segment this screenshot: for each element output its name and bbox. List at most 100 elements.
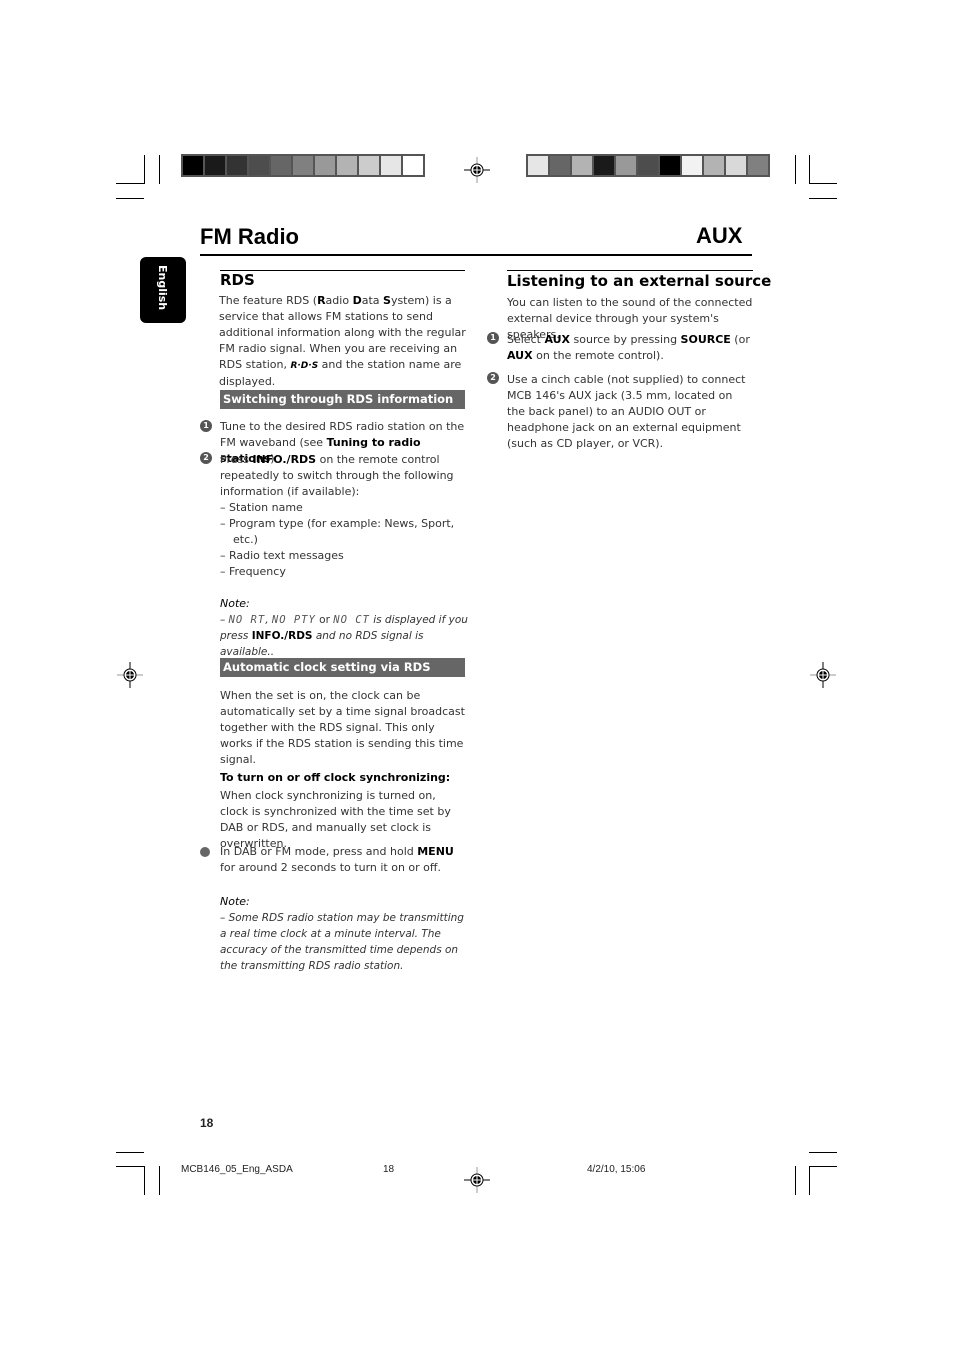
registration-mark-icon (810, 662, 836, 688)
color-swatch (704, 156, 724, 175)
text: SOURCE (680, 333, 731, 346)
rds-heading: RDS (220, 271, 255, 289)
grayscale-bar-right (526, 154, 770, 177)
text: on the remote control). (532, 349, 664, 362)
color-swatch (337, 156, 357, 175)
text: In DAB or FM mode, press and hold (220, 845, 418, 858)
registration-mark-icon (464, 157, 490, 183)
crop-mark (159, 1166, 160, 1195)
page-number: 18 (200, 1116, 214, 1130)
color-swatch (359, 156, 379, 175)
text: , (265, 614, 272, 626)
band-clock-setting: Automatic clock setting via RDS (220, 658, 465, 677)
crop-mark (144, 155, 145, 184)
note-label: Note: (220, 597, 250, 610)
text: The feature RDS ( (219, 294, 318, 307)
clock-sub-heading: To turn on or off clock synchronizing: (220, 771, 451, 784)
registration-mark-icon (464, 1167, 490, 1193)
color-swatch (293, 156, 313, 175)
rds-info-list: – Station name – Program type (for examp… (220, 500, 460, 580)
color-swatch (660, 156, 680, 175)
color-swatch (726, 156, 746, 175)
lcd-text: NO RT (228, 614, 266, 626)
lcd-text: NO CT (333, 614, 370, 626)
color-swatch (682, 156, 702, 175)
color-swatch (227, 156, 247, 175)
text: MENU (417, 845, 454, 858)
aux-step-1: Select AUX source by pressing SOURCE (or… (507, 332, 752, 364)
lcd-text: NO PTY (271, 614, 316, 626)
bullet-icon (200, 847, 210, 857)
color-swatch (381, 156, 401, 175)
aux-rule (507, 270, 753, 271)
text: Press (220, 453, 253, 466)
clock-intro: When the set is on, the clock can be aut… (220, 689, 465, 766)
text: AUX (544, 333, 571, 346)
rds-intro: The feature RDS (Radio Data System) is a… (219, 293, 469, 390)
switching-step-2: Press INFO./RDS on the remote control re… (220, 452, 465, 500)
aux-step-2: Use a cinch cable (not supplied) to conn… (507, 373, 746, 450)
step-number-2: 2 (487, 372, 499, 384)
rds-rule (220, 270, 465, 271)
color-swatch (249, 156, 269, 175)
color-swatch (403, 156, 423, 175)
language-tab-label: English (156, 265, 169, 311)
color-swatch (271, 156, 291, 175)
color-swatch (748, 156, 768, 175)
crop-mark (116, 1166, 144, 1167)
text: ata (361, 294, 383, 307)
text: – (220, 614, 229, 626)
text: adio (325, 294, 353, 307)
crop-mark (795, 155, 796, 184)
footer-file-page: 18 (383, 1164, 395, 1175)
step-number-1: 1 (200, 420, 212, 432)
clock-sub-text: When clock synchronizing is turned on, c… (220, 789, 451, 850)
text: INFO./RDS (251, 630, 313, 642)
text: source by pressing (570, 333, 681, 346)
crop-mark (809, 155, 810, 184)
crop-mark (116, 198, 144, 199)
crop-mark (809, 1152, 837, 1153)
crop-mark (116, 1152, 144, 1153)
color-swatch (550, 156, 570, 175)
color-swatch (638, 156, 658, 175)
step-number-1: 1 (487, 332, 499, 344)
footer-timestamp: 4/2/10, 15:06 (587, 1164, 646, 1175)
color-swatch (616, 156, 636, 175)
crop-mark (116, 183, 144, 184)
crop-mark (809, 1166, 837, 1167)
list-item: – Radio text messages (220, 549, 344, 562)
list-item: – Frequency (220, 565, 286, 578)
crop-mark (809, 198, 837, 199)
color-swatch (528, 156, 548, 175)
text: or (315, 614, 334, 626)
band-switching-rds: Switching through RDS information (220, 390, 465, 409)
text: AUX (507, 349, 533, 362)
crop-mark (795, 1166, 796, 1195)
registration-mark-icon (117, 662, 143, 688)
clock-note: – Some RDS radio station may be transmit… (220, 912, 464, 972)
list-item: – Program type (for example: News, Sport… (220, 517, 455, 546)
color-swatch (594, 156, 614, 175)
crop-mark (809, 1166, 810, 1195)
header-rule (200, 254, 752, 256)
grayscale-bar-left (181, 154, 425, 177)
section-title-aux: AUX (696, 223, 743, 248)
color-swatch (205, 156, 225, 175)
language-tab: English (140, 257, 186, 323)
crop-mark (144, 1166, 145, 1195)
text: R (317, 294, 326, 307)
list-item: – Station name (220, 501, 303, 514)
text: S (383, 294, 391, 307)
text: D (352, 294, 362, 307)
switching-note: – NO RT, NO PTY or NO CT is displayed if… (220, 612, 470, 660)
color-swatch (183, 156, 203, 175)
crop-mark (809, 183, 837, 184)
color-swatch (315, 156, 335, 175)
text: Select (507, 333, 545, 346)
text: INFO./RDS (252, 453, 317, 466)
color-swatch (572, 156, 592, 175)
crop-mark (159, 155, 160, 184)
footer-file-name: MCB146_05_Eng_ASDA (181, 1164, 293, 1175)
section-title-fm-radio: FM Radio (200, 224, 299, 249)
